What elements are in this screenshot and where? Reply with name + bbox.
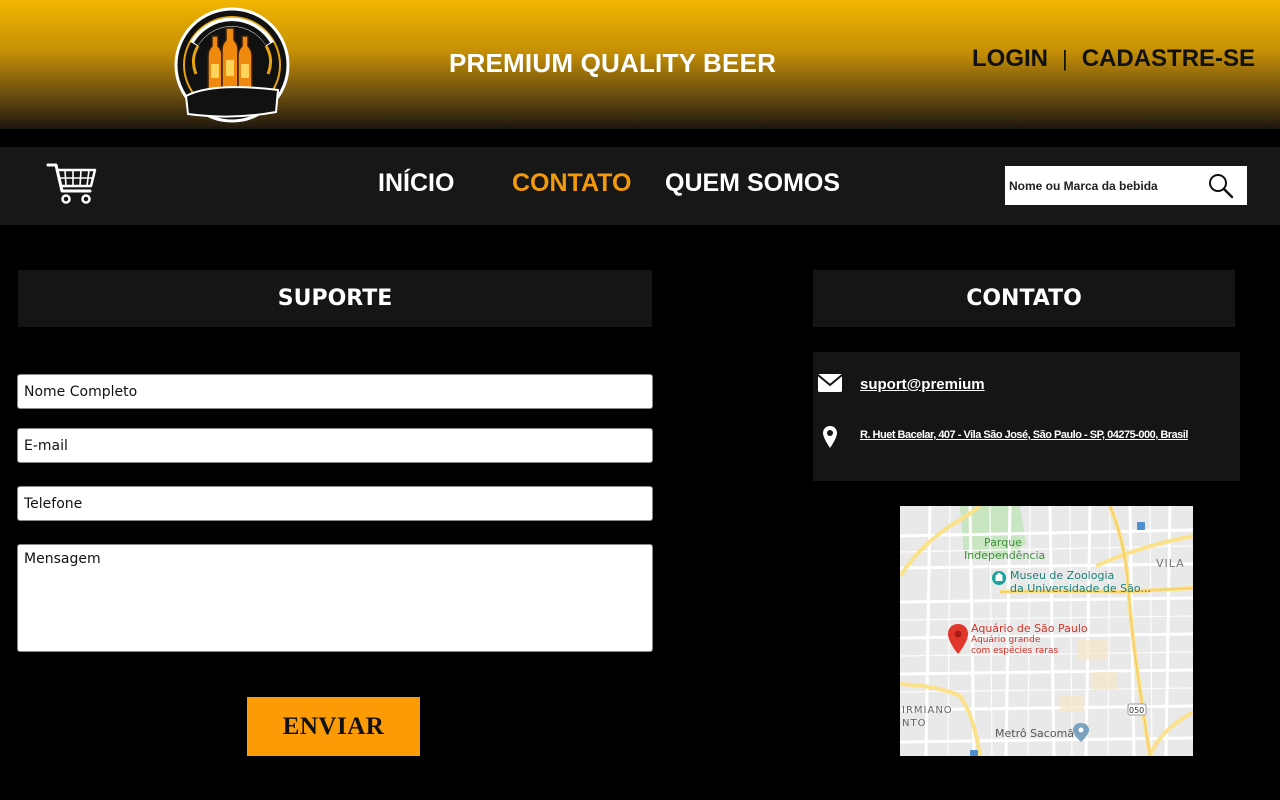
nav-contato[interactable]: CONTATO [512, 169, 631, 198]
login-link[interactable]: LOGIN [972, 45, 1048, 73]
brand-logo[interactable] [172, 4, 292, 126]
auth-links: LOGIN | CADASTRE-SE [972, 45, 1255, 73]
header-divider [0, 129, 1280, 147]
search-bar [1005, 166, 1247, 205]
main-nav: INÍCIO CONTATO QUEM SOMOS [0, 147, 1280, 225]
auth-separator: | [1062, 46, 1068, 71]
send-button[interactable]: ENVIAR [247, 697, 420, 756]
site-header: PREMIUM QUALITY BEER LOGIN | CADASTRE-SE [0, 0, 1280, 129]
support-title: SUPORTE [18, 270, 652, 327]
location-map[interactable]: Parque Independência Museu de Zoologia d… [900, 506, 1193, 756]
site-title: PREMIUM QUALITY BEER [449, 48, 777, 78]
email-link[interactable]: suport@premium [860, 376, 985, 393]
contact-title: CONTATO [813, 270, 1235, 327]
contact-info: suport@premium R. Huet Bacelar, 407 - Vi… [813, 352, 1240, 481]
map-label-district: VILA [1156, 557, 1185, 570]
map-label-district-3: NTO [902, 718, 927, 729]
nav-inicio[interactable]: INÍCIO [378, 169, 454, 198]
message-field[interactable] [17, 544, 653, 652]
search-input[interactable] [1005, 167, 1201, 204]
search-icon[interactable] [1201, 167, 1241, 204]
address-link[interactable]: R. Huet Bacelar, 407 - Vila São José, Sã… [860, 429, 1188, 441]
envelope-icon [817, 373, 843, 393]
map-label-museum: Museu de Zoologia [1010, 569, 1115, 582]
map-pin-icon [822, 425, 838, 449]
full-name-field[interactable] [17, 374, 653, 409]
phone-field[interactable] [17, 486, 653, 521]
shopping-cart-icon[interactable] [46, 161, 98, 205]
map-label-park-2: Independência [964, 549, 1046, 562]
map-label-park: Parque [984, 536, 1022, 549]
map-road-badge: 050 [1129, 706, 1145, 715]
map-label-place-sub2: com espécies raras [971, 646, 1059, 656]
email-field[interactable] [17, 428, 653, 463]
map-label-district-2: IRMIANO [902, 705, 953, 716]
map-label-metro: Metrô Sacomã [995, 727, 1075, 740]
map-label-museum-2: da Universidade de São... [1010, 582, 1151, 595]
signup-link[interactable]: CADASTRE-SE [1082, 45, 1255, 73]
nav-quem-somos[interactable]: QUEM SOMOS [665, 169, 840, 198]
